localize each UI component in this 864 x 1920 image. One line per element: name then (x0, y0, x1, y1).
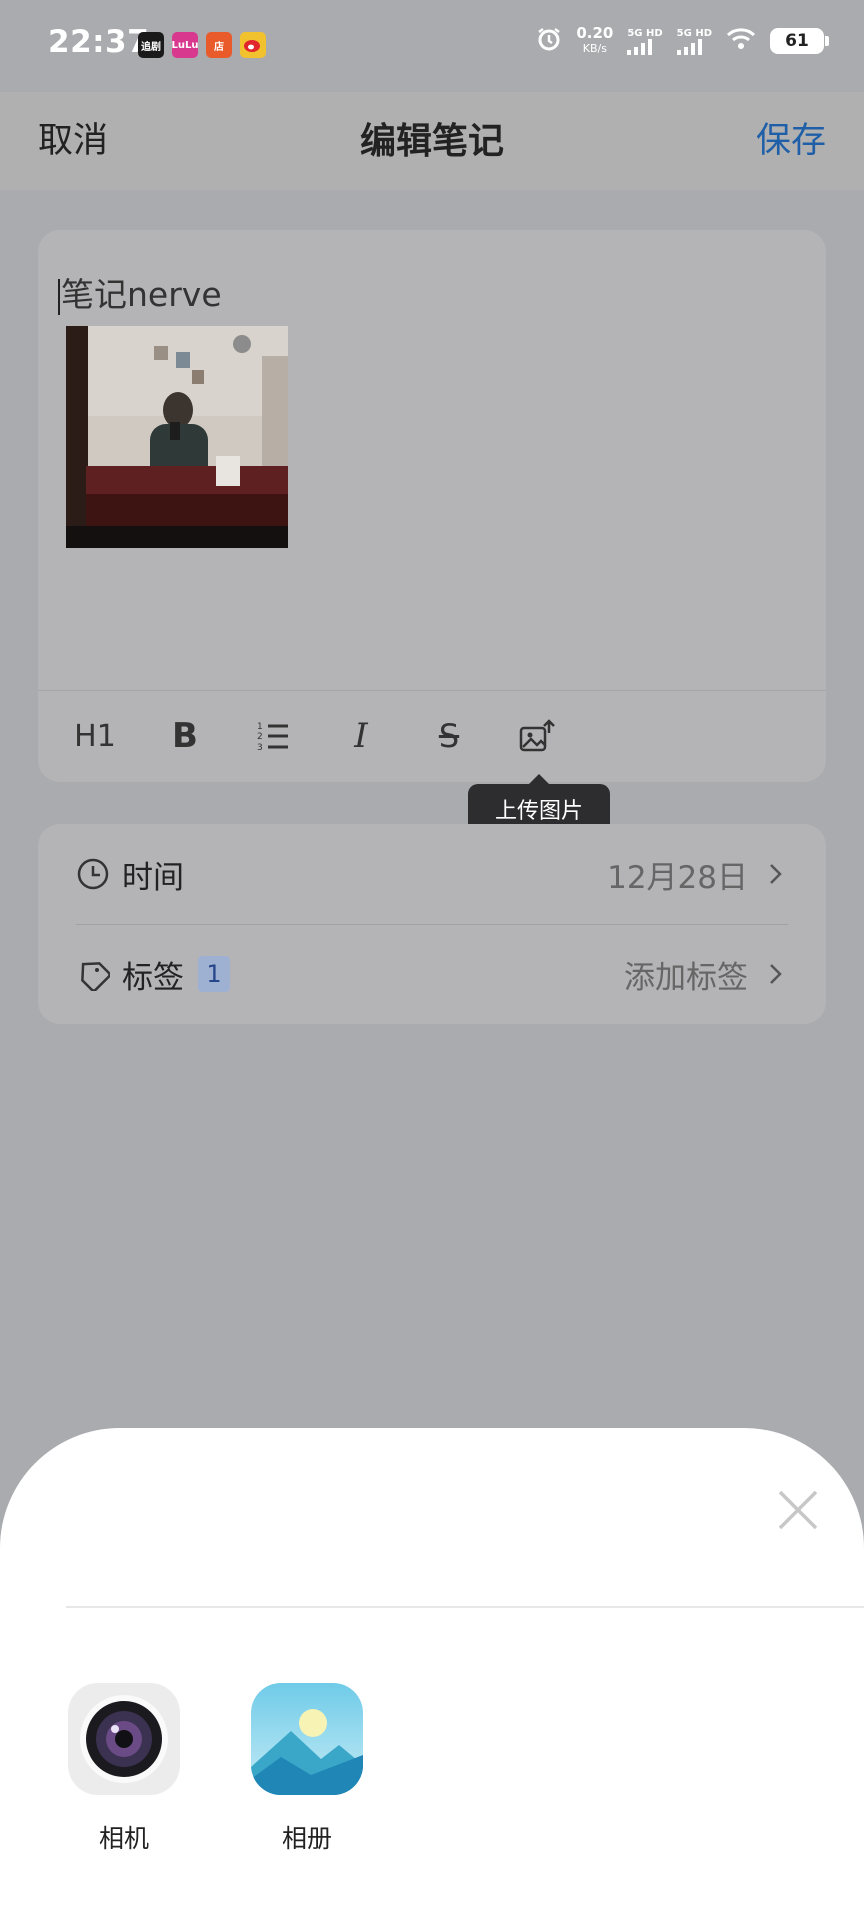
shopping-app-icon: LuLu (172, 32, 199, 58)
time-value: 12月28日 (607, 859, 748, 896)
upload-image-button[interactable] (512, 711, 562, 761)
camera-option[interactable]: 相机 (68, 1683, 180, 1855)
chevron-right-icon (770, 864, 782, 884)
camera-app-icon (68, 1683, 180, 1795)
close-icon[interactable] (776, 1488, 820, 1532)
upload-image-icon (519, 719, 555, 752)
album-option[interactable]: 相册 (251, 1683, 363, 1855)
svg-text:1: 1 (257, 722, 263, 732)
note-editor[interactable]: 笔记nerve H1 B 123 I S (38, 230, 826, 782)
text-caret (58, 278, 60, 315)
tag-label: 标签 (122, 959, 184, 996)
italic-button[interactable]: I (336, 711, 386, 761)
strikethrough-button[interactable]: S (424, 711, 474, 761)
bold-button[interactable]: B (160, 711, 210, 761)
notification-app-icons: 追剧 LuLu 店 (138, 32, 266, 58)
battery-indicator: 61 (770, 28, 829, 54)
album-option-label: 相册 (281, 1824, 332, 1853)
status-bar: 22:37 追剧 LuLu 店 0.20 KB/s 5G HD 5G HD 61 (0, 0, 864, 92)
wifi-icon (726, 27, 756, 55)
top-nav-bar: 取消 编辑笔记 保存 (0, 92, 864, 190)
store-app-icon: 店 (206, 32, 232, 58)
page-title: 编辑笔记 (359, 121, 504, 162)
tag-icon (81, 962, 110, 991)
gallery-app-icon (251, 1683, 363, 1795)
tag-count-badge: 1 (198, 956, 230, 992)
time-row[interactable]: 时间 12月28日 (38, 824, 826, 924)
signal-sim2-icon: 5G HD (676, 28, 712, 55)
system-indicators: 0.20 KB/s 5G HD 5G HD 61 (536, 24, 829, 56)
chevron-right-icon (770, 964, 782, 984)
video-app-icon: 追剧 (138, 32, 164, 58)
svg-text:2: 2 (257, 732, 263, 742)
svg-text:3: 3 (257, 743, 263, 753)
status-time: 22:37 (48, 24, 150, 60)
image-source-sheet: 相机 相册 (0, 1428, 864, 1920)
format-toolbar: H1 B 123 I S (38, 690, 826, 783)
numbered-list-icon: 123 (257, 722, 288, 753)
divider (66, 1606, 864, 1608)
add-tag-link: 添加标签 (624, 959, 748, 996)
note-content-input[interactable]: 笔记nerve (58, 268, 222, 316)
tag-row[interactable]: 标签 1 添加标签 (38, 924, 826, 1024)
camera-option-label: 相机 (98, 1824, 149, 1853)
note-image[interactable] (66, 326, 288, 548)
alarm-icon (536, 26, 562, 56)
time-label: 时间 (122, 859, 184, 896)
weibo-icon (240, 32, 266, 58)
numbered-list-button[interactable]: 123 (248, 711, 298, 761)
net-speed: 0.20 KB/s (576, 24, 614, 56)
clock-icon (77, 858, 109, 890)
signal-sim1-icon: 5G HD (627, 28, 663, 55)
heading-button[interactable]: H1 (70, 711, 120, 761)
note-properties: 时间 12月28日 标签 1 添加标签 (38, 824, 826, 1024)
save-button[interactable]: 保存 (756, 112, 826, 163)
